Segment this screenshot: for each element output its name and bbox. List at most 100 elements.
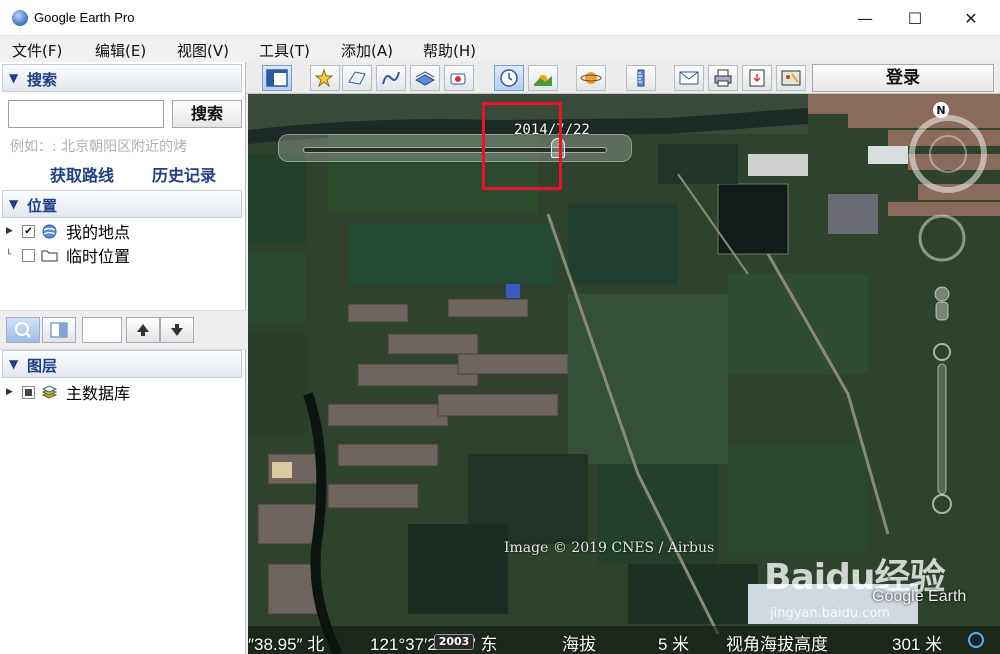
placemark-icon: [314, 68, 334, 88]
search-button[interactable]: 搜索: [172, 100, 242, 128]
add-placemark-button[interactable]: [310, 65, 340, 91]
add-polygon-button[interactable]: [342, 65, 372, 91]
google-earth-logo: Google Earth: [872, 588, 967, 605]
historical-imagery-icon: [500, 69, 518, 87]
annotation-highlight-box: [482, 102, 562, 190]
tree-connector: └: [6, 250, 12, 260]
add-path-button[interactable]: [376, 65, 406, 91]
eye-altitude-label: 视角海拔高度: [726, 635, 828, 654]
path-icon: [382, 71, 400, 85]
get-directions-link[interactable]: 获取路线: [50, 162, 114, 186]
window-title: Google Earth Pro: [34, 10, 135, 25]
close-button[interactable]: ✕: [944, 0, 998, 36]
eye-altitude-value: 301 米: [892, 635, 943, 654]
navigation-controls[interactable]: N: [898, 98, 998, 528]
toggle-panel-button[interactable]: [42, 317, 76, 343]
search-places-button[interactable]: [6, 317, 40, 343]
street-view-pegman-icon[interactable]: [934, 286, 950, 321]
title-bar: Google Earth Pro — ☐ ✕: [0, 0, 1000, 36]
map-view[interactable]: 2014/7/22 N Image © 2019 CNES / Airbus B…: [248, 94, 1000, 654]
view-in-maps-button[interactable]: [776, 65, 806, 91]
maps-icon: [781, 70, 801, 86]
menu-bar: 文件(F) 编辑(E) 视图(V) 工具(T) 添加(A) 帮助(H): [0, 36, 1000, 62]
menu-file[interactable]: 文件(F): [12, 40, 62, 61]
compass-ring[interactable]: N: [909, 102, 987, 193]
collapse-triangle-icon: ▼: [9, 197, 19, 211]
panel-toggle-icon: [50, 322, 68, 338]
menu-tools[interactable]: 工具(T): [259, 40, 310, 61]
expand-triangle-icon[interactable]: ▶: [6, 387, 16, 397]
history-link[interactable]: 历史记录: [152, 162, 216, 186]
checkbox-temporary-places[interactable]: [22, 248, 35, 262]
minimize-button[interactable]: —: [838, 0, 892, 36]
menu-add[interactable]: 添加(A): [341, 40, 393, 61]
planets-icon: [580, 72, 602, 84]
menu-edit[interactable]: 编辑(E): [95, 40, 146, 61]
record-tour-button[interactable]: [444, 65, 474, 91]
historical-imagery-button[interactable]: [494, 65, 524, 91]
menu-view[interactable]: 视图(V): [177, 40, 229, 61]
sidebar: ▼ 搜索 搜索 例如：: 北京朝阳区附近的烤 获取路线 历史记录 ▼ 位置 ▶ …: [0, 62, 246, 654]
image-overlay-icon: [414, 71, 436, 86]
move-down-button[interactable]: [160, 317, 194, 343]
move-up-button[interactable]: [126, 317, 160, 343]
collapse-triangle-icon: ▼: [9, 357, 19, 371]
planets-button[interactable]: [576, 65, 606, 91]
ruler-button[interactable]: [626, 65, 656, 91]
search-section-header[interactable]: ▼ 搜索: [2, 64, 242, 92]
north-indicator: N: [936, 104, 945, 117]
search-example-hint: 例如：: 北京朝阳区附近的烤: [10, 139, 188, 155]
imagery-credit: Image © 2019 CNES / Airbus: [504, 540, 715, 556]
arrow-up-icon: [137, 324, 149, 336]
status-bar: ″38.95″ 北 121°37′23.19″ 东 2003 海拔 5 米 视角…: [248, 626, 1000, 654]
sidebar-toggle-button[interactable]: [262, 65, 292, 91]
layers-section-header[interactable]: ▼ 图层: [2, 350, 242, 378]
ruler-icon: [637, 69, 645, 87]
save-image-button[interactable]: [742, 65, 772, 91]
layers-stack-icon: [41, 384, 58, 399]
places-toolbar: [0, 310, 246, 350]
checkbox-my-places[interactable]: ✔: [22, 224, 35, 238]
search-input[interactable]: [8, 100, 164, 128]
historical-imagery-time-slider[interactable]: [278, 134, 632, 162]
tree-item-label: 临时位置: [66, 247, 131, 266]
save-image-icon: [749, 69, 765, 87]
print-button[interactable]: [708, 65, 738, 91]
expand-triangle-icon[interactable]: ▶: [6, 226, 16, 236]
opacity-field[interactable]: [82, 317, 122, 343]
arrow-down-icon: [171, 324, 183, 336]
tree-item-label: 主数据库: [66, 384, 131, 403]
folder-icon: [41, 250, 58, 261]
places-section-header[interactable]: ▼ 位置: [2, 190, 242, 218]
tree-item-temporary-places[interactable]: └ 临时位置: [6, 244, 130, 266]
look-joystick[interactable]: [918, 214, 966, 262]
places-header-label: 位置: [27, 197, 58, 215]
baidu-watermark-url: jingyan.baidu.com: [770, 606, 890, 621]
tree-item-primary-database[interactable]: ▶ 主数据库: [6, 381, 130, 403]
email-button[interactable]: [674, 65, 704, 91]
layers-header-label: 图层: [27, 357, 58, 375]
sunlight-icon: [534, 75, 552, 86]
email-icon: [679, 71, 699, 85]
sidebar-toggle-icon: [266, 69, 288, 87]
google-earth-app-icon: [12, 10, 28, 26]
add-image-overlay-button[interactable]: [410, 65, 440, 91]
zoom-slider[interactable]: [932, 343, 952, 514]
magnifier-icon: [15, 322, 31, 338]
record-tour-icon: [450, 73, 466, 85]
latitude-readout: ″38.95″ 北: [248, 635, 325, 654]
search-header-label: 搜索: [27, 71, 58, 89]
imagery-year-badge: 2003: [434, 634, 474, 650]
menu-help[interactable]: 帮助(H): [423, 40, 476, 61]
print-icon: [714, 69, 732, 87]
login-button[interactable]: 登录: [812, 64, 994, 92]
maximize-button[interactable]: ☐: [888, 0, 942, 36]
tree-item-my-places[interactable]: ▶ ✔ 我的地点: [6, 220, 130, 242]
tree-item-label: 我的地点: [66, 223, 131, 242]
elevation-value: 5 米: [658, 635, 690, 654]
elevation-label: 海拔: [562, 635, 596, 654]
sunlight-button[interactable]: [528, 65, 558, 91]
checkbox-primary-database[interactable]: [22, 385, 35, 399]
streaming-status-icon: [968, 632, 984, 648]
globe-icon: [42, 224, 57, 238]
